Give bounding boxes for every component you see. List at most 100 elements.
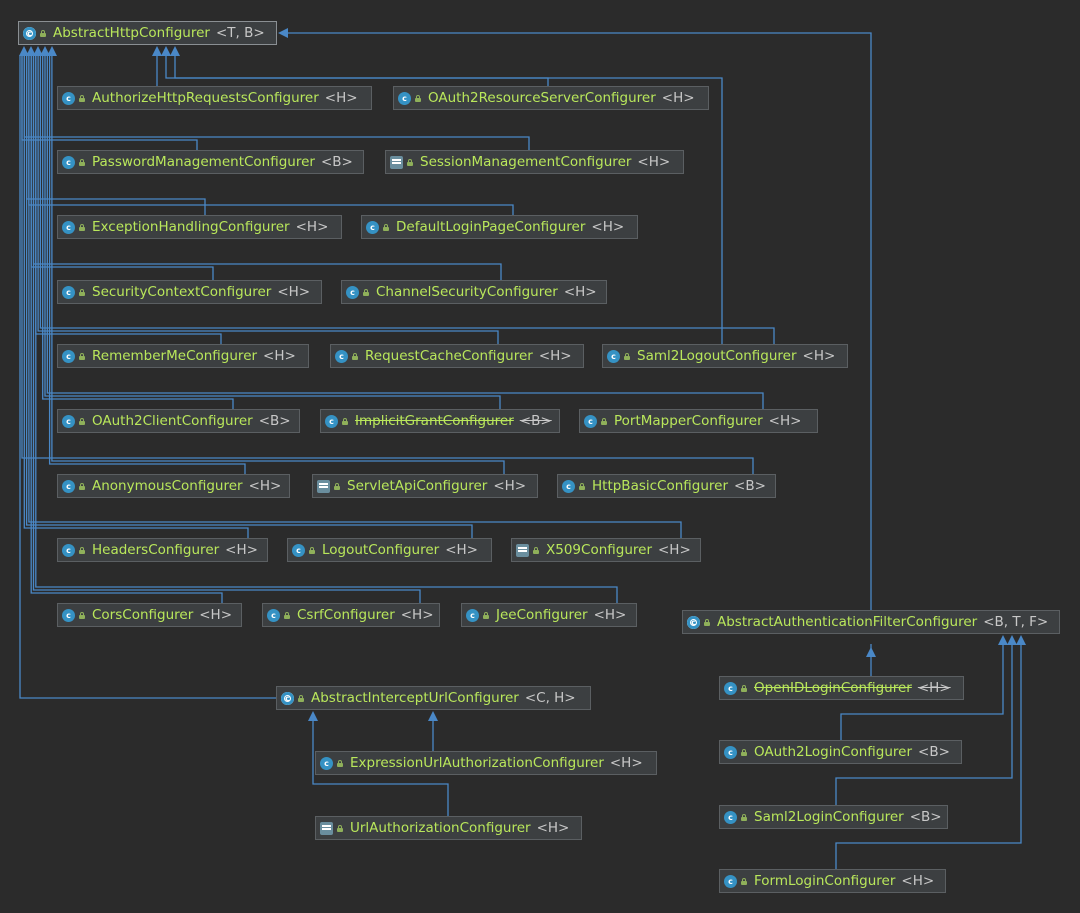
class-icon: c — [398, 91, 411, 105]
class-icon: c — [62, 414, 75, 428]
class-node-root[interactable]: c AbstractHttpConfigurer <T, B> — [18, 21, 277, 45]
public-lock-icon — [352, 352, 358, 360]
class-node-csrf[interactable]: c CsrfConfigurer <H> — [262, 603, 440, 627]
class-name: AnonymousConfigurer — [92, 478, 243, 494]
class-node-channel[interactable]: c ChannelSecurityConfigurer <H> — [341, 280, 607, 304]
class-name: RequestCacheConfigurer — [365, 348, 533, 364]
class-node-cors[interactable]: c CorsConfigurer <H> — [57, 603, 242, 627]
class-node-authz[interactable]: c AuthorizeHttpRequestsConfigurer <H> — [57, 86, 372, 110]
final-class-icon — [390, 155, 403, 169]
class-node-absauth[interactable]: c AbstractAuthenticationFilterConfigurer <… — [682, 610, 1060, 634]
class-name: SessionManagementConfigurer — [420, 154, 632, 170]
class-node-implicit[interactable]: c ImplicitGrantConfigurer <B> — [320, 409, 560, 433]
type-parameters: <H> — [661, 90, 695, 106]
type-parameters: <H> — [768, 413, 802, 429]
class-node-session[interactable]: SessionManagementConfigurer <H> — [385, 150, 684, 174]
class-name: X509Configurer — [546, 542, 652, 558]
class-node-absintercept[interactable]: c AbstractInterceptUrlConfigurer <C, H> — [276, 686, 591, 710]
inheritance-arrow — [161, 46, 171, 56]
type-parameters: <H> — [295, 219, 329, 235]
type-parameters: <H> — [199, 607, 233, 623]
edge-oauth2rs-to-root — [165, 55, 549, 86]
class-node-oauth2rs[interactable]: c OAuth2ResourceServerConfigurer <H> — [393, 86, 709, 110]
class-node-urlauth[interactable]: UrlAuthorizationConfigurer <H> — [315, 816, 582, 840]
class-icon: c — [267, 608, 280, 622]
inheritance-arrow — [1007, 635, 1017, 645]
type-parameters: <H> — [593, 607, 627, 623]
class-icon: c — [62, 91, 75, 105]
type-parameters: <H> — [609, 755, 643, 771]
class-node-oauth2login[interactable]: c OAuth2LoginConfigurer <B> — [719, 740, 962, 764]
class-node-secctx[interactable]: c SecurityContextConfigurer <H> — [57, 280, 322, 304]
class-node-saml2logout[interactable]: c Saml2LogoutConfigurer <H> — [602, 344, 848, 368]
type-parameters: <H> — [324, 90, 358, 106]
class-node-jee[interactable]: c JeeConfigurer <H> — [461, 603, 637, 627]
class-name: ExpressionUrlAuthorizationConfigurer — [350, 755, 604, 771]
class-name: DefaultLoginPageConfigurer — [396, 219, 586, 235]
inheritance-arrow — [308, 711, 318, 721]
public-lock-icon — [624, 352, 630, 360]
class-name: FormLoginConfigurer — [754, 873, 896, 889]
public-lock-icon — [342, 417, 348, 425]
class-node-oauth2client[interactable]: c OAuth2ClientConfigurer <B> — [57, 409, 300, 433]
inheritance-arrow — [1016, 635, 1026, 645]
type-parameters: <B, T, F> — [983, 614, 1049, 630]
class-node-httpbasic[interactable]: c HttpBasicConfigurer <B> — [557, 474, 776, 498]
type-parameters: <B> — [519, 413, 552, 429]
edge-deflogin-to-root — [28, 55, 514, 215]
inheritance-arrow — [428, 711, 438, 721]
class-node-headers[interactable]: c HeadersConfigurer <H> — [57, 538, 268, 562]
abstract-class-icon: c — [281, 691, 294, 705]
public-lock-icon — [383, 223, 389, 231]
type-parameters: <T, B> — [215, 25, 265, 41]
class-name: HttpBasicConfigurer — [592, 478, 729, 494]
public-lock-icon — [407, 158, 413, 166]
class-icon: c — [724, 810, 737, 824]
class-node-deflogin[interactable]: c DefaultLoginPageConfigurer <H> — [361, 215, 638, 239]
class-node-formlogin[interactable]: c FormLoginConfigurer <H> — [719, 869, 946, 893]
public-lock-icon — [79, 288, 85, 296]
type-parameters: <B> — [258, 413, 291, 429]
class-name: CsrfConfigurer — [297, 607, 395, 623]
class-node-anon[interactable]: c AnonymousConfigurer <H> — [57, 474, 290, 498]
public-lock-icon — [741, 748, 747, 756]
class-name: AbstractInterceptUrlConfigurer — [311, 690, 519, 706]
class-name: OAuth2LoginConfigurer — [754, 744, 913, 760]
class-name: RememberMeConfigurer — [92, 348, 258, 364]
type-parameters: <H> — [802, 348, 836, 364]
class-node-remember[interactable]: c RememberMeConfigurer <H> — [57, 344, 309, 368]
public-lock-icon — [79, 158, 85, 166]
public-lock-icon — [79, 482, 85, 490]
inheritance-arrow — [998, 635, 1008, 645]
class-name: AuthorizeHttpRequestsConfigurer — [92, 90, 319, 106]
final-class-icon — [317, 479, 330, 493]
class-icon: c — [292, 543, 305, 557]
type-parameters: <B> — [909, 809, 942, 825]
class-name: ChannelSecurityConfigurer — [376, 284, 558, 300]
class-node-portmap[interactable]: c PortMapperConfigurer <H> — [579, 409, 818, 433]
class-name: LogoutConfigurer — [322, 542, 440, 558]
class-node-x509[interactable]: X509Configurer <H> — [511, 538, 701, 562]
class-node-pwd[interactable]: c PasswordManagementConfigurer <B> — [57, 150, 364, 174]
public-lock-icon — [337, 824, 343, 832]
class-node-openid[interactable]: c OpenIDLoginConfigurer <H> — [719, 676, 964, 700]
inheritance-arrow — [152, 46, 162, 56]
public-lock-icon — [415, 94, 421, 102]
class-node-reqcache[interactable]: c RequestCacheConfigurer <H> — [330, 344, 584, 368]
class-icon: c — [62, 349, 75, 363]
class-icon: c — [62, 479, 75, 493]
class-node-exprurl[interactable]: c ExpressionUrlAuthorizationConfigurer <H> — [315, 751, 657, 775]
public-lock-icon — [79, 611, 85, 619]
class-node-servlet[interactable]: ServletApiConfigurer <H> — [312, 474, 538, 498]
class-icon: c — [584, 414, 597, 428]
type-parameters: <H> — [400, 607, 434, 623]
public-lock-icon — [601, 417, 607, 425]
class-node-exc[interactable]: c ExceptionHandlingConfigurer <H> — [57, 215, 342, 239]
class-name: AbstractAuthenticationFilterConfigurer — [717, 614, 978, 630]
class-name: HeadersConfigurer — [92, 542, 220, 558]
class-node-logout[interactable]: c LogoutConfigurer <H> — [287, 538, 492, 562]
class-name: ImplicitGrantConfigurer — [355, 413, 514, 429]
class-node-saml2login[interactable]: c Saml2LoginConfigurer <B> — [719, 805, 948, 829]
public-lock-icon — [79, 94, 85, 102]
class-icon: c — [562, 479, 575, 493]
